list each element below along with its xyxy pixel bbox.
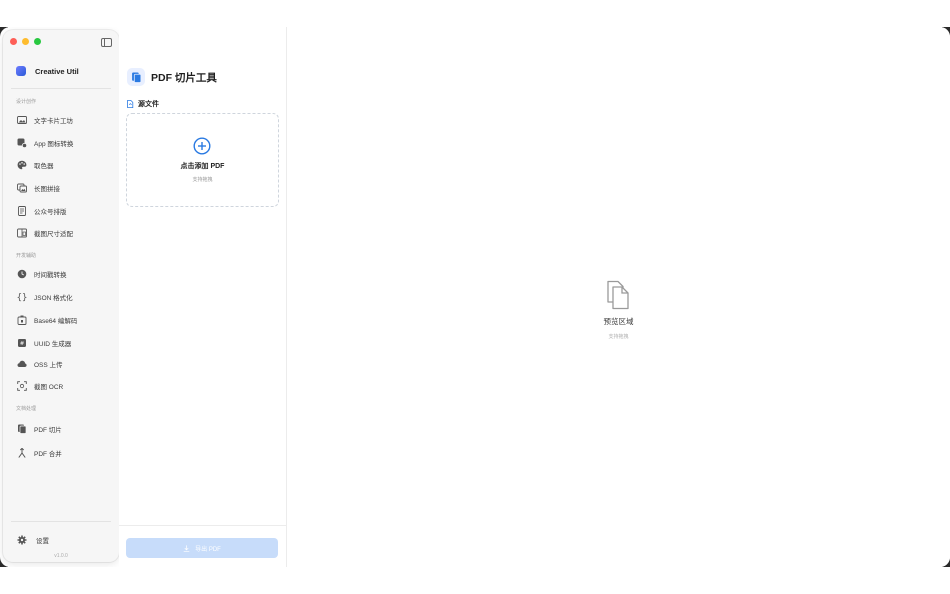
svg-text:{}: {} [17,293,27,302]
settings-label: 设置 [36,537,49,545]
close-window-button[interactable] [10,38,17,45]
palette-icon [16,160,27,171]
document-layout-icon [16,206,27,217]
scan-icon [16,381,27,392]
export-pdf-button[interactable]: 导出 PDF [126,538,278,558]
clock-icon [16,269,27,280]
sidebar-item-label: PDF 合并 [34,451,62,458]
sidebar-item-color-picker[interactable]: 取色器 [16,159,54,171]
file-icon [127,100,134,108]
tool-panel: PDF 切片工具 源文件 点击添加 PDF 支持拖拽 导出 PDF [119,27,287,567]
app-logo-icon [16,66,26,76]
sidebar-item-label: JSON 格式化 [34,295,73,302]
svg-text:#: # [19,341,24,347]
sidebar-item-label: App 图标转换 [34,141,74,148]
screenshot-resize-icon [16,228,27,239]
download-icon [183,544,190,552]
add-circle-icon [193,137,211,155]
sidebar-item-pdf-merge[interactable]: PDF 合并 [16,447,62,459]
sidebar-item-ocr[interactable]: 截图 OCR [16,380,63,392]
braces-icon: {} [16,292,27,303]
sidebar-item-uuid[interactable]: # UUID 生成器 [16,337,71,349]
sidebar-item-label: 公众号排版 [34,209,67,216]
footer-divider [119,525,286,526]
dropzone-subtitle: 支持拖拽 [192,177,213,183]
sidebar-item-label: 取色器 [34,163,54,170]
image-card-icon [16,115,27,126]
sidebar-item-label: PDF 切片 [34,427,62,434]
section-label-dev: 开发辅助 [16,253,37,259]
sidebar-item-app-icon[interactable]: App 图标转换 [16,137,73,149]
minimize-window-button[interactable] [22,38,29,45]
zoom-window-button[interactable] [34,38,41,45]
version-label: v1.0.0 [54,553,68,559]
uuid-icon: # [16,338,27,349]
window-controls [10,38,41,45]
sidebar-item-screenshot-resize[interactable]: 截图尺寸适配 [16,227,73,239]
sidebar-item-label: 长图拼接 [34,186,60,193]
sidebar-item-json[interactable]: {} JSON 格式化 [16,291,73,303]
sidebar-item-text-card[interactable]: 文字卡片工坊 [16,114,73,126]
sidebar-item-label: Base64 编解码 [34,318,78,325]
stitch-images-icon [16,183,27,194]
sidebar-divider [11,88,111,89]
dropzone-title: 点击添加 PDF [180,163,225,170]
sidebar-item-pdf-slice[interactable]: PDF 切片 [16,423,62,435]
base64-icon [16,315,27,326]
page-title: PDF 切片工具 [151,71,217,84]
pdf-dropzone[interactable]: 点击添加 PDF 支持拖拽 [126,113,279,207]
sidebar-item-label: 文字卡片工坊 [34,118,73,125]
merge-icon [16,448,27,459]
sidebar-item-label: UUID 生成器 [34,341,72,348]
sidebar-item-label: OSS 上传 [34,362,63,369]
section-label-docs: 文档处理 [16,406,37,412]
sidebar-item-timestamp[interactable]: 时间戳转换 [16,268,67,280]
sidebar-toggle-icon[interactable] [101,38,112,47]
pdf-tool-icon [127,68,145,86]
sidebar: Creative Util 设计创作 文字卡片工坊 App 图标转换 取色器 长… [3,30,119,562]
app-name: Creative Util [35,66,79,76]
pdf-pages-icon [16,424,27,435]
preview-subtitle: 支持拖拽 [608,334,629,340]
gear-icon [16,534,27,545]
export-pdf-label: 导出 PDF [195,546,221,553]
cloud-icon [16,359,27,370]
sidebar-item-article-layout[interactable]: 公众号排版 [16,205,67,217]
sidebar-item-stitch[interactable]: 长图拼接 [16,182,60,194]
sidebar-item-label: 截图 OCR [34,384,64,391]
app-title: Creative Util [16,66,79,76]
source-file-text: 源文件 [138,101,159,108]
sidebar-item-base64[interactable]: Base64 编解码 [16,314,77,326]
app-window: Creative Util 设计创作 文字卡片工坊 App 图标转换 取色器 长… [0,27,950,567]
sidebar-item-label: 时间戳转换 [34,272,67,279]
section-label-design: 设计创作 [16,99,37,105]
sidebar-divider [11,521,111,522]
tool-header: PDF 切片工具 [127,68,217,86]
app-icon-convert-icon [16,138,27,149]
sidebar-item-settings[interactable]: 设置 [16,534,49,545]
documents-icon [607,280,629,310]
source-file-label: 源文件 [126,99,159,109]
sidebar-item-oss[interactable]: OSS 上传 [16,358,63,370]
preview-title: 预览区域 [603,317,634,326]
sidebar-item-label: 截图尺寸适配 [34,231,73,238]
preview-area: 预览区域 支持拖拽 [287,27,950,567]
